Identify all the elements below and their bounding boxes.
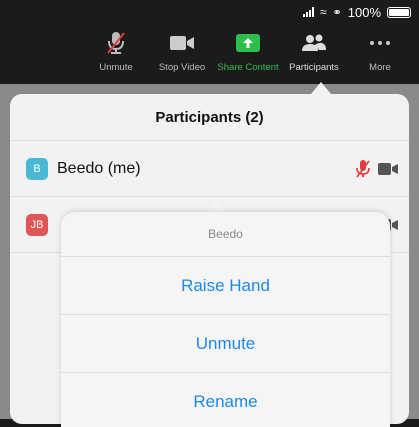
unmute-button[interactable]: Unmute — [83, 28, 149, 84]
cellular-signal-icon — [302, 7, 314, 17]
participants-icon — [301, 28, 327, 58]
meeting-toolbar: Unmute Stop Video Share Content Particip… — [0, 28, 419, 84]
participant-name: Beedo (me) — [57, 159, 141, 177]
stop-video-label: Stop Video — [158, 62, 206, 73]
status-bar: ≈ ⚭ 100% — [0, 0, 419, 24]
battery-percent: 100% — [347, 4, 381, 20]
participant-row-self[interactable]: B Beedo (me) — [10, 141, 409, 197]
more-button[interactable]: More — [347, 28, 413, 84]
wifi-icon: ≈ — [319, 5, 327, 19]
video-camera-icon — [378, 162, 398, 175]
share-content-button[interactable]: Share Content — [215, 28, 281, 84]
popover-pointer — [311, 82, 331, 94]
action-sheet-title: Beedo — [61, 212, 390, 257]
battery-icon — [387, 6, 411, 18]
unmute-label: Unmute — [99, 62, 133, 73]
share-content-label: Share Content — [217, 62, 279, 73]
share-screen-icon — [235, 28, 261, 58]
more-label: More — [369, 62, 391, 73]
participants-label: Participants — [289, 62, 339, 73]
avatar: JB — [26, 213, 48, 236]
mic-muted-icon — [356, 159, 370, 177]
participants-button[interactable]: Participants — [281, 28, 347, 84]
unmute-option-button[interactable]: Unmute — [61, 315, 390, 373]
video-camera-icon — [169, 28, 195, 58]
panel-title: Participants (2) — [10, 94, 409, 141]
participant-status — [355, 159, 399, 179]
raise-hand-button[interactable]: Raise Hand — [61, 257, 390, 315]
orientation-lock-icon: ⚭ — [332, 6, 342, 19]
avatar: B — [26, 157, 48, 180]
more-icon — [369, 28, 391, 58]
stop-video-button[interactable]: Stop Video — [149, 28, 215, 84]
participant-action-sheet: Beedo Raise Hand Unmute Rename — [61, 212, 390, 427]
mic-muted-icon — [105, 28, 127, 58]
